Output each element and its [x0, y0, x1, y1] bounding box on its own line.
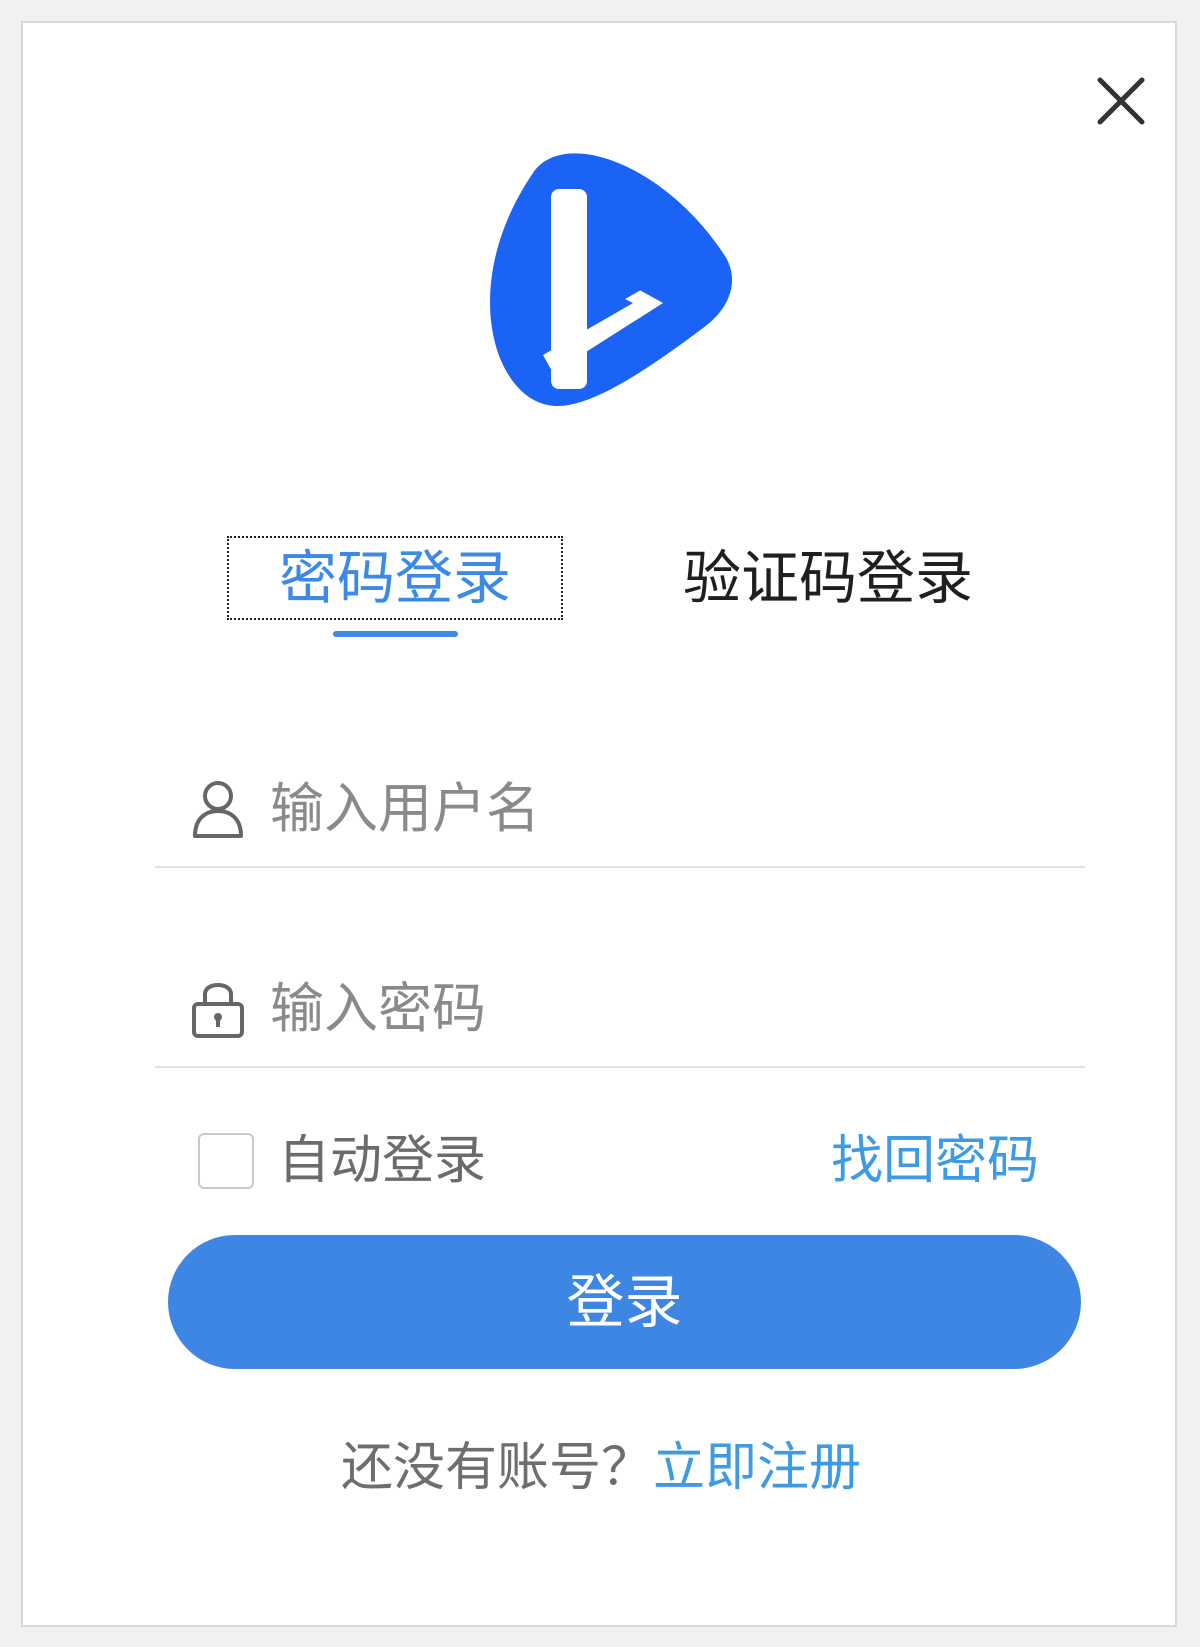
- close-icon: [1097, 77, 1145, 125]
- active-tab-indicator: [333, 631, 458, 637]
- password-input[interactable]: [270, 968, 1050, 1048]
- tab-sms-code-login[interactable]: 验证码登录: [658, 538, 998, 618]
- register-link[interactable]: 立即注册: [653, 1438, 861, 1498]
- play-logo-icon: [490, 153, 733, 407]
- password-field: [155, 958, 1085, 1068]
- username-field: [155, 758, 1085, 868]
- auto-login-label: 自动登录: [278, 1131, 487, 1191]
- username-input[interactable]: [270, 768, 1050, 848]
- register-row: 还没有账号？立即注册: [23, 1428, 1179, 1508]
- auto-login-checkbox[interactable]: [198, 1133, 254, 1189]
- login-button[interactable]: 登录: [168, 1235, 1081, 1369]
- forgot-password-link[interactable]: 找回密码: [831, 1121, 1039, 1201]
- close-button[interactable]: [1088, 68, 1154, 134]
- register-prompt: 还没有账号？: [340, 1438, 653, 1498]
- login-window: 密码登录 验证码登录 自动登录 找回密码 登录 还没有账号？立即注册: [21, 21, 1177, 1627]
- tab-password-login[interactable]: 密码登录: [227, 536, 563, 620]
- user-icon: [193, 781, 243, 838]
- lock-icon: [192, 983, 244, 1038]
